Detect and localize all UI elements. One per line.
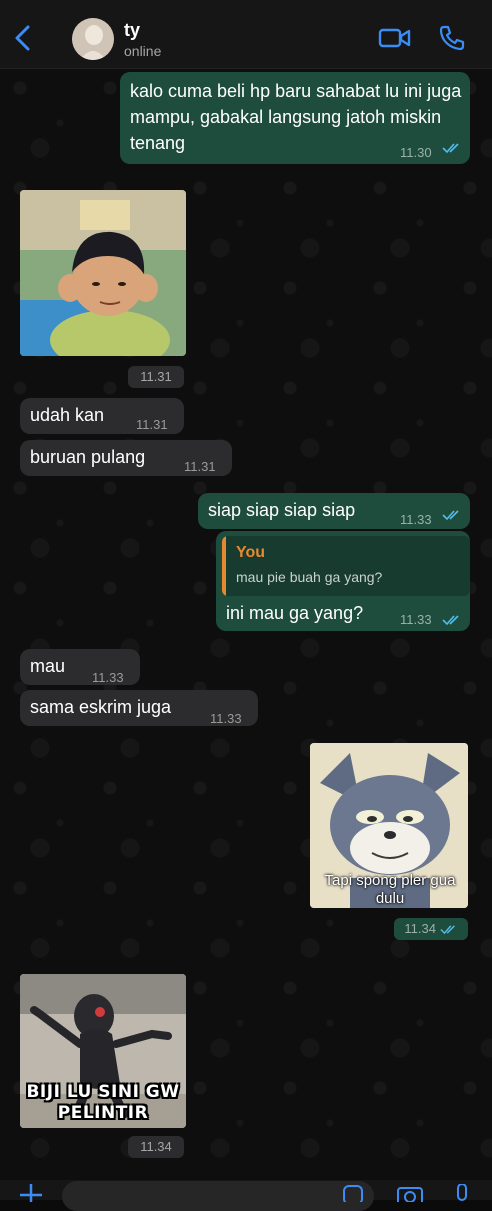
camera-icon[interactable]	[396, 1184, 424, 1202]
message-bubble-incoming[interactable]: udah kan 11.31	[20, 398, 184, 434]
message-time: 11.33	[400, 612, 432, 627]
message-time: 11.33	[400, 512, 432, 527]
message-bubble-incoming[interactable]: sama eskrim juga 11.33	[20, 690, 258, 726]
meme-caption: BIJI LU SINI GW PELINTIR	[26, 1082, 180, 1123]
read-ticks-icon	[439, 925, 455, 935]
message-bubble-incoming[interactable]: buruan pulang 11.31	[20, 440, 232, 476]
message-time: 11.31	[136, 417, 168, 432]
message-bubble-outgoing[interactable]: kalo cuma beli hp baru sahabat lu ini ju…	[120, 72, 470, 164]
message-input[interactable]	[62, 1181, 374, 1211]
image-caption: Tapi spong pler gua dulu	[324, 872, 456, 907]
message-time: 11.34	[128, 1136, 184, 1158]
microphone-icon[interactable]	[452, 1184, 472, 1202]
read-ticks-icon	[442, 615, 459, 626]
message-bubble-outgoing[interactable]: siap siap siap siap 11.33	[198, 493, 470, 529]
contact-status: online	[124, 43, 162, 59]
message-time: 11.33	[210, 711, 242, 726]
message-text: sama eskrim juga	[30, 697, 172, 717]
message-text: mau	[30, 656, 66, 676]
video-call-icon[interactable]	[378, 26, 412, 50]
avatar[interactable]	[72, 18, 114, 60]
message-text: udah kan	[30, 405, 105, 425]
message-time: 11.34	[394, 918, 468, 940]
read-ticks-icon	[442, 510, 459, 521]
quoted-reply[interactable]: You mau pie buah ga yang?	[222, 536, 470, 596]
back-chevron-icon[interactable]	[12, 24, 34, 52]
message-text: siap siap siap siap	[208, 500, 356, 520]
phone-icon[interactable]	[438, 24, 466, 52]
sticker-icon[interactable]	[342, 1184, 364, 1202]
reply-text: mau pie buah ga yang?	[236, 569, 383, 585]
chat-header: ty online	[0, 0, 492, 69]
message-bubble-incoming[interactable]: mau 11.33	[20, 649, 140, 685]
reply-accent-bar	[222, 536, 226, 596]
read-ticks-icon	[442, 143, 459, 154]
message-text: ini mau ga yang?	[226, 603, 364, 623]
image-message[interactable]	[20, 190, 186, 356]
contact-name[interactable]: ty	[124, 20, 140, 41]
message-time: 11.33	[92, 670, 124, 685]
cartoon-boy-image	[20, 190, 186, 356]
message-time-text: 11.34	[404, 921, 436, 936]
message-time: 11.30	[400, 145, 432, 160]
message-list[interactable]: kalo cuma beli hp baru sahabat lu ini ju…	[0, 0, 492, 1200]
message-text: buruan pulang	[30, 447, 146, 467]
message-time: 11.31	[184, 459, 216, 474]
message-time: 11.31	[128, 366, 184, 388]
reply-author: You	[236, 544, 266, 561]
plus-icon[interactable]	[18, 1182, 44, 1202]
